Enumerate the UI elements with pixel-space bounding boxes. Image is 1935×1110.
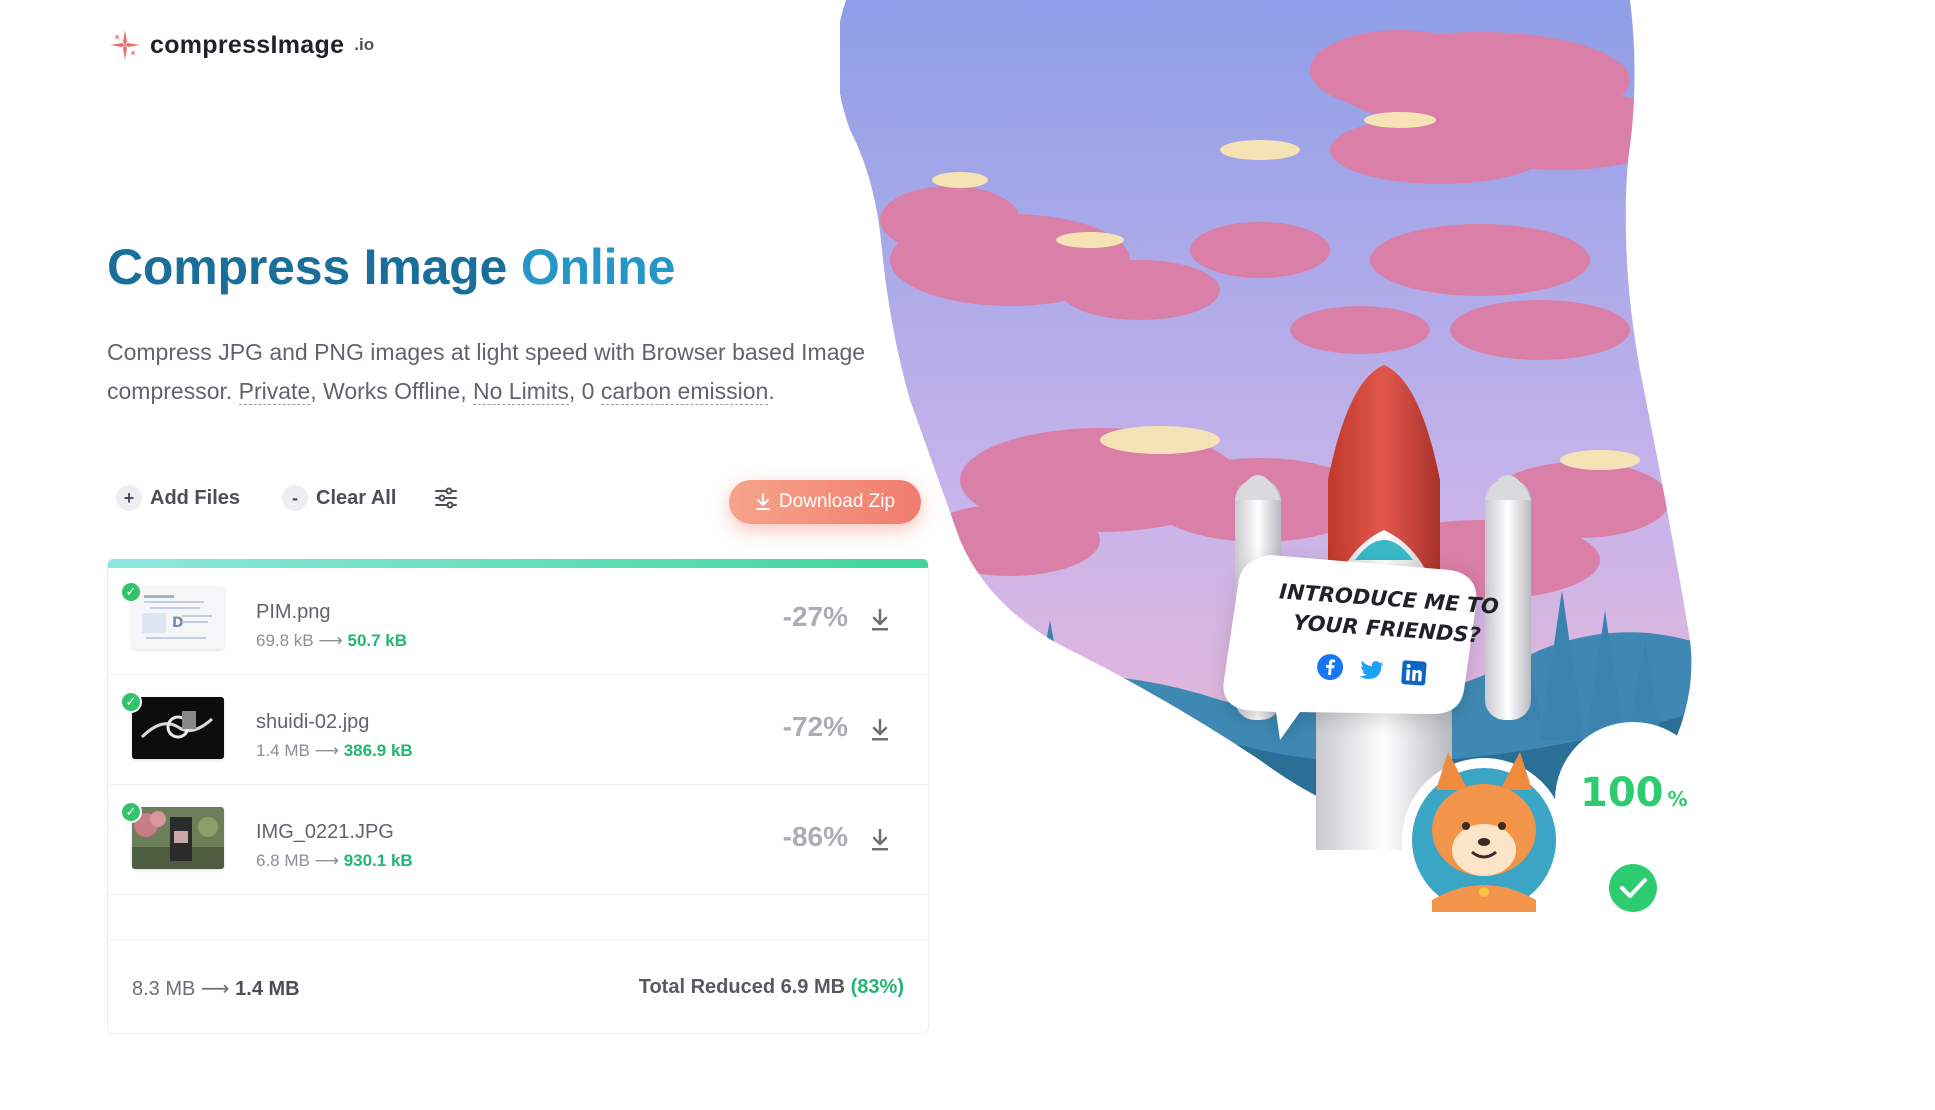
page-title: Compress Image Online [107, 238, 675, 296]
check-icon: ✓ [120, 581, 142, 603]
reduced-label: Total Reduced [638, 976, 776, 998]
desc-sep1: , Works Offline, [310, 378, 474, 404]
minus-icon: - [282, 485, 308, 511]
total-size: 8.3 MB ⟶ 1.4 MB [132, 976, 300, 1001]
file-name: shuidi-02.jpg [256, 711, 370, 733]
file-size: 69.8 kB ⟶ 50.7 kB [256, 631, 407, 651]
file-name: PIM.png [256, 601, 331, 623]
file-row: ✓ D PIM.png 69.8 kB ⟶ 50.7 kB -27% [108, 565, 928, 675]
compressed-size: 386.9 kB [343, 741, 413, 760]
desc-line2-prefix: compressor. [107, 378, 239, 404]
no-limits-link[interactable]: No Limits [473, 378, 569, 405]
reduction-percent: -86% [782, 821, 848, 852]
reduction-percent: -72% [782, 711, 848, 742]
total-compressed: 1.4 MB [235, 978, 300, 1000]
logo-sparkle-icon [110, 30, 140, 60]
desc-end: . [768, 378, 775, 404]
toolbar: + Add Files - Clear All Download Zip [116, 480, 928, 540]
arrow-right-icon: ⟶ [314, 851, 339, 870]
hero-illustration [840, 0, 1711, 922]
download-icon [755, 493, 770, 510]
file-list-panel: ✓ D PIM.png 69.8 kB ⟶ 50.7 kB -27% ✓ shu… [107, 559, 929, 1034]
file-row: ✓ shuidi-02.jpg 1.4 MB ⟶ 386.9 kB -72% [108, 675, 928, 785]
brand-tld: .io [354, 35, 375, 54]
carbon-emission-link[interactable]: carbon emission [600, 378, 769, 405]
summary-bar: 8.3 MB ⟶ 1.4 MB Total Reduced 6.9 MB (83… [108, 939, 928, 1033]
compressed-size: 930.1 kB [343, 851, 413, 870]
completion-indicator: 100% [1580, 770, 1688, 816]
hero-description: Compress JPG and PNG images at light spe… [107, 333, 907, 411]
plus-icon: + [116, 485, 142, 511]
private-link[interactable]: Private [238, 378, 311, 405]
desc-sep2: , 0 [568, 378, 601, 404]
add-files-label: Add Files [150, 486, 241, 509]
arrow-right-icon: ⟶ [200, 978, 230, 1000]
file-name: IMG_0221.JPG [256, 821, 394, 843]
file-thumbnail [132, 697, 224, 759]
completion-value: 100 [1580, 770, 1664, 816]
file-row: ✓ IMG_0221.JPG 6.8 MB ⟶ 930.1 kB -86% [108, 785, 928, 895]
original-size: 6.8 MB [256, 851, 310, 870]
settings-sliders-icon[interactable] [432, 484, 460, 512]
twitter-icon[interactable] [1357, 655, 1387, 685]
file-thumbnail: D [132, 587, 224, 649]
total-original: 8.3 MB [132, 978, 196, 1000]
brand-name: compressImage [150, 30, 345, 59]
reduction-percent: -27% [782, 601, 848, 632]
logo[interactable]: compressImage .io [108, 28, 374, 62]
title-part2: Online [520, 239, 676, 295]
reduced-amount: 6.9 MB [780, 976, 846, 998]
svg-text:D: D [172, 615, 184, 631]
clear-all-label: Clear All [316, 486, 397, 509]
check-icon: ✓ [120, 691, 142, 713]
file-thumbnail [132, 807, 224, 869]
facebook-icon[interactable] [1315, 652, 1345, 682]
title-part1: Compress Image [107, 239, 508, 295]
check-icon: ✓ [120, 801, 142, 823]
file-size: 1.4 MB ⟶ 386.9 kB [256, 741, 413, 761]
original-size: 1.4 MB [256, 741, 310, 760]
add-files-button[interactable]: + Add Files [116, 480, 240, 516]
compressed-size: 50.7 kB [347, 631, 408, 650]
file-size: 6.8 MB ⟶ 930.1 kB [256, 851, 413, 871]
original-size: 69.8 kB [256, 631, 314, 650]
linkedin-icon[interactable] [1399, 658, 1429, 688]
desc-line1: Compress JPG and PNG images at light spe… [107, 339, 866, 365]
completion-unit: % [1667, 787, 1688, 811]
clear-all-button[interactable]: - Clear All [282, 480, 396, 516]
arrow-right-icon: ⟶ [318, 631, 343, 650]
arrow-right-icon: ⟶ [314, 741, 339, 760]
